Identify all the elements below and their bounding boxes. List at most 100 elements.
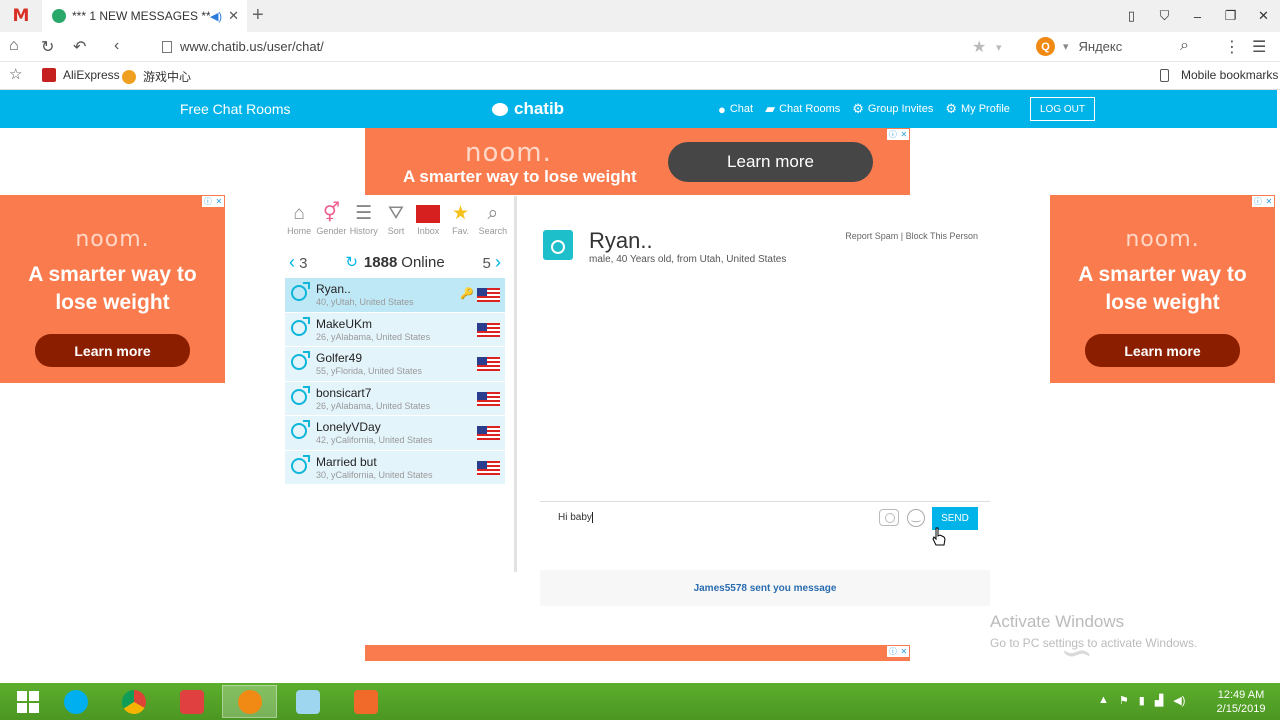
user-row[interactable]: Married but 30, yCalifornia, United Stat… <box>285 450 505 485</box>
search-icon[interactable]: ⌕ <box>1180 37 1189 55</box>
url-field[interactable]: www.chatib.us/user/chat/ <box>162 39 324 54</box>
window-controls: ▯ ⛉ – ❐ ✕ <box>1115 0 1280 32</box>
taskbar-recorder[interactable] <box>338 685 393 718</box>
chat-icon: ● <box>718 101 726 117</box>
ad-choices-icon[interactable]: ⓘ ✕ <box>887 129 909 140</box>
camera-icon[interactable] <box>879 509 899 526</box>
bookmark-game-center[interactable]: 游戏中心 <box>122 68 191 85</box>
taskbar-files[interactable] <box>280 685 335 718</box>
menu-icon[interactable]: ☰ <box>1252 37 1266 57</box>
logout-button[interactable]: LOG OUT <box>1030 97 1095 121</box>
menu-chat-rooms[interactable]: ▰ Chat Rooms <box>765 101 840 117</box>
reload-icon[interactable]: ↻ <box>41 37 54 57</box>
mobile-bookmarks[interactable]: Mobile bookmarks <box>1160 68 1278 82</box>
ad-choices-icon[interactable]: ⓘ ✕ <box>202 196 224 207</box>
search-engine[interactable]: Q ▾ Яндекс <box>1036 37 1122 56</box>
chat-partner-name: Ryan.. <box>589 228 653 253</box>
tool-history[interactable]: ☰ History <box>348 202 380 246</box>
filter-icon: ⛛ <box>388 203 404 224</box>
taskbar-skype[interactable] <box>48 685 103 718</box>
new-tab-icon[interactable]: + <box>252 4 264 27</box>
taskbar-clock[interactable]: 12:49 AM 2/15/2019 <box>1206 688 1276 716</box>
minimize-icon[interactable]: – <box>1181 9 1214 24</box>
lock-app-icon <box>179 689 204 714</box>
close-window-icon[interactable]: ✕ <box>1247 8 1280 24</box>
more-icon[interactable]: ⋮ <box>1224 37 1240 57</box>
male-icon <box>291 316 310 336</box>
tool-search[interactable]: ⌕ Search <box>477 202 509 246</box>
restore-icon[interactable]: ❐ <box>1214 8 1247 24</box>
star-icon[interactable]: ★ <box>972 37 986 57</box>
battery-icon[interactable]: ▮ <box>1139 694 1145 707</box>
chevron-down-icon[interactable]: ▾ <box>996 41 1002 54</box>
block-person-link[interactable]: Block This Person <box>906 231 978 241</box>
hand-cursor-icon <box>932 527 946 546</box>
male-avatar-icon <box>543 230 573 260</box>
user-row[interactable]: MakeUKm 26, yAlabama, United States <box>285 312 505 347</box>
prev-page-button[interactable]: ‹ 3 <box>289 252 308 273</box>
bookmarks-bar: ☆ AliExpress 游戏中心 Mobile bookmarks <box>0 62 1280 90</box>
taskbar-lock-app[interactable] <box>164 685 219 718</box>
history-list-icon: ☰ <box>355 203 373 224</box>
flag-icon[interactable]: ⚑ <box>1119 694 1129 707</box>
shield-icon[interactable]: ⛉ <box>1148 8 1181 24</box>
ad-banner-bottom[interactable]: ⓘ ✕ <box>365 645 910 661</box>
bookmark-star-icon[interactable]: ☆ <box>9 65 22 83</box>
taskbar-chrome[interactable] <box>106 685 161 718</box>
site-logo[interactable]: chatib <box>492 99 564 119</box>
ad-choices-icon[interactable]: ⓘ ✕ <box>887 646 909 657</box>
report-spam-link[interactable]: Report Spam <box>845 231 898 241</box>
ad-choices-icon[interactable]: ⓘ ✕ <box>1252 196 1274 207</box>
divider <box>540 501 990 502</box>
tool-gender[interactable]: ⚥ Gender <box>315 202 347 246</box>
taskbar-uc-browser[interactable] <box>222 685 277 718</box>
tool-home[interactable]: ⌂ Home <box>283 202 315 246</box>
uc-browser-icon <box>237 689 262 714</box>
tool-favorites[interactable]: ★ Fav. <box>444 202 476 246</box>
home-icon[interactable]: ⌂ <box>9 37 19 55</box>
undo-icon[interactable]: ↶ <box>73 37 86 57</box>
user-row[interactable]: LonelyVDay 42, yCalifornia, United State… <box>285 416 505 451</box>
menu-chat[interactable]: ● Chat <box>718 101 753 117</box>
network-icon[interactable]: ▟ <box>1155 694 1163 707</box>
user-row[interactable]: Ryan.. 40, yUtah, United States 🔑 <box>285 278 505 313</box>
mobile-icon <box>1160 68 1169 82</box>
new-message-notification[interactable]: James5578 sent you message <box>540 570 990 606</box>
message-input[interactable]: Hi baby <box>558 512 858 523</box>
back-icon[interactable]: ‹ <box>114 37 119 55</box>
ad-brand: noom. <box>465 138 552 168</box>
emoji-icon[interactable]: ‿ <box>907 509 925 527</box>
tool-inbox[interactable]: Inbox <box>412 202 444 246</box>
tray-expand-icon[interactable]: ▲ <box>1098 694 1109 707</box>
online-count[interactable]: ↻ 1888 Online <box>345 253 444 272</box>
us-flag-icon <box>477 426 500 440</box>
volume-icon[interactable]: ◀) <box>1173 694 1185 707</box>
ad-learn-more-button[interactable]: Learn more <box>1085 334 1240 367</box>
male-icon <box>291 385 310 405</box>
address-bar: ⌂ ↻ ↶ ‹ www.chatib.us/user/chat/ ★ ▾ Q ▾… <box>0 32 1280 62</box>
chevron-down-icon: ▾ <box>1063 41 1069 53</box>
start-button[interactable] <box>0 685 55 718</box>
reader-icon[interactable]: ▯ <box>1115 8 1148 24</box>
menu-my-profile[interactable]: ⚙ My Profile <box>945 101 1010 117</box>
text-caret <box>591 512 593 523</box>
user-row[interactable]: bonsicart7 26, yAlabama, United States <box>285 381 505 416</box>
active-tab[interactable]: *** 1 NEW MESSAGES *** ◀) ✕ <box>42 0 247 32</box>
ad-banner-left[interactable]: ⓘ ✕ noom. A smarter way to lose weight Le… <box>0 195 225 383</box>
free-chat-rooms-link[interactable]: Free Chat Rooms <box>180 101 290 117</box>
menu-group-invites[interactable]: ⚙ Group Invites <box>852 101 933 117</box>
speaker-icon[interactable]: ◀) <box>210 10 222 23</box>
ad-learn-more-button[interactable]: Learn more <box>35 334 190 367</box>
tool-sort[interactable]: ⛛ Sort <box>380 202 412 246</box>
globe-icon <box>52 9 66 23</box>
gmail-tab[interactable]: M <box>0 0 42 32</box>
ad-brand: noom. <box>75 227 150 252</box>
ad-learn-more-button[interactable]: Learn more <box>668 142 873 182</box>
close-tab-icon[interactable]: ✕ <box>228 8 239 24</box>
ad-banner-top[interactable]: ⓘ ✕ noom. A smarter way to lose weight Le… <box>365 128 910 195</box>
bookmark-aliexpress[interactable]: AliExpress <box>42 68 120 82</box>
next-page-button[interactable]: 5 › <box>482 252 501 273</box>
gear-icon: ⚙ <box>852 101 864 116</box>
ad-banner-right[interactable]: ⓘ ✕ noom. A smarter way to lose weight Le… <box>1050 195 1275 383</box>
user-row[interactable]: Golfer49 55, yFlorida, United States <box>285 347 505 382</box>
